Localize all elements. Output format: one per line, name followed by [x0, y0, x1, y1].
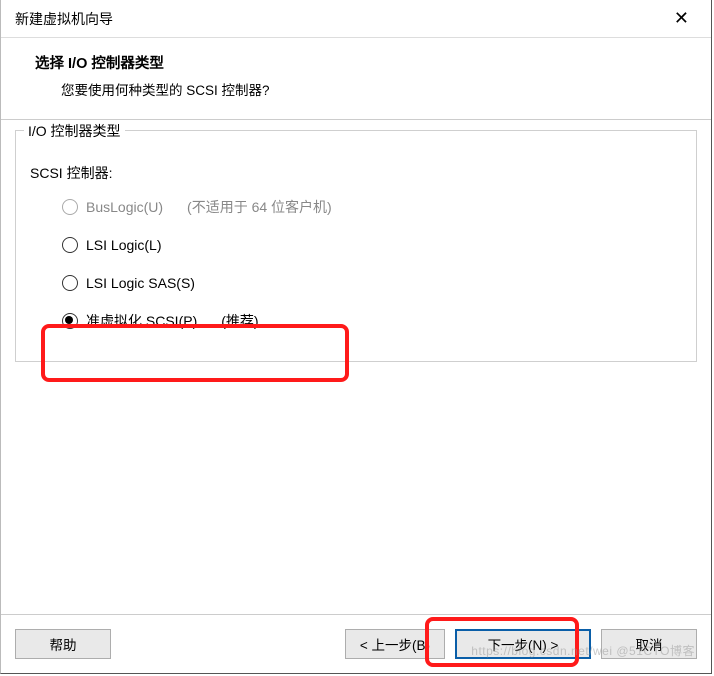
close-icon[interactable]: ✕ — [666, 4, 697, 33]
radio-buslogic: BusLogic(U) (不适用于 64 位客户机) — [62, 195, 682, 219]
radio-icon — [62, 275, 78, 291]
radio-icon — [62, 199, 78, 215]
help-button[interactable]: 帮助 — [15, 629, 111, 659]
radio-label: LSI Logic(L) — [86, 237, 161, 253]
wizard-subtext: 您要使用何种类型的 SCSI 控制器? — [35, 79, 711, 99]
radio-note: (推荐) — [221, 311, 258, 331]
next-button[interactable]: 下一步(N) > — [455, 629, 591, 659]
content-area: I/O 控制器类型 SCSI 控制器: BusLogic(U) (不适用于 64… — [1, 120, 711, 614]
wizard-header: 选择 I/O 控制器类型 您要使用何种类型的 SCSI 控制器? — [1, 38, 711, 109]
button-row: 帮助 < 上一步(B) 下一步(N) > 取消 — [1, 614, 711, 673]
window-title: 新建虚拟机向导 — [15, 9, 113, 29]
radio-lsi-logic-sas[interactable]: LSI Logic SAS(S) — [62, 271, 682, 295]
radio-paravirtual-scsi[interactable]: 准虚拟化 SCSI(P) (推荐) — [62, 309, 682, 333]
wizard-heading: 选择 I/O 控制器类型 — [35, 52, 711, 73]
radio-label: 准虚拟化 SCSI(P) — [86, 311, 197, 331]
radio-note: (不适用于 64 位客户机) — [187, 197, 332, 217]
radio-lsi-logic[interactable]: LSI Logic(L) — [62, 233, 682, 257]
wizard-window: 新建虚拟机向导 ✕ 选择 I/O 控制器类型 您要使用何种类型的 SCSI 控制… — [0, 0, 712, 674]
radio-icon — [62, 237, 78, 253]
io-controller-group: I/O 控制器类型 SCSI 控制器: BusLogic(U) (不适用于 64… — [15, 130, 697, 362]
back-button[interactable]: < 上一步(B) — [345, 629, 445, 659]
radio-label: LSI Logic SAS(S) — [86, 275, 195, 291]
radio-icon — [62, 313, 78, 329]
radio-label: BusLogic(U) — [86, 199, 163, 215]
scsi-label: SCSI 控制器: — [30, 163, 682, 183]
titlebar: 新建虚拟机向导 ✕ — [1, 0, 711, 38]
cancel-button[interactable]: 取消 — [601, 629, 697, 659]
group-legend: I/O 控制器类型 — [24, 121, 125, 141]
